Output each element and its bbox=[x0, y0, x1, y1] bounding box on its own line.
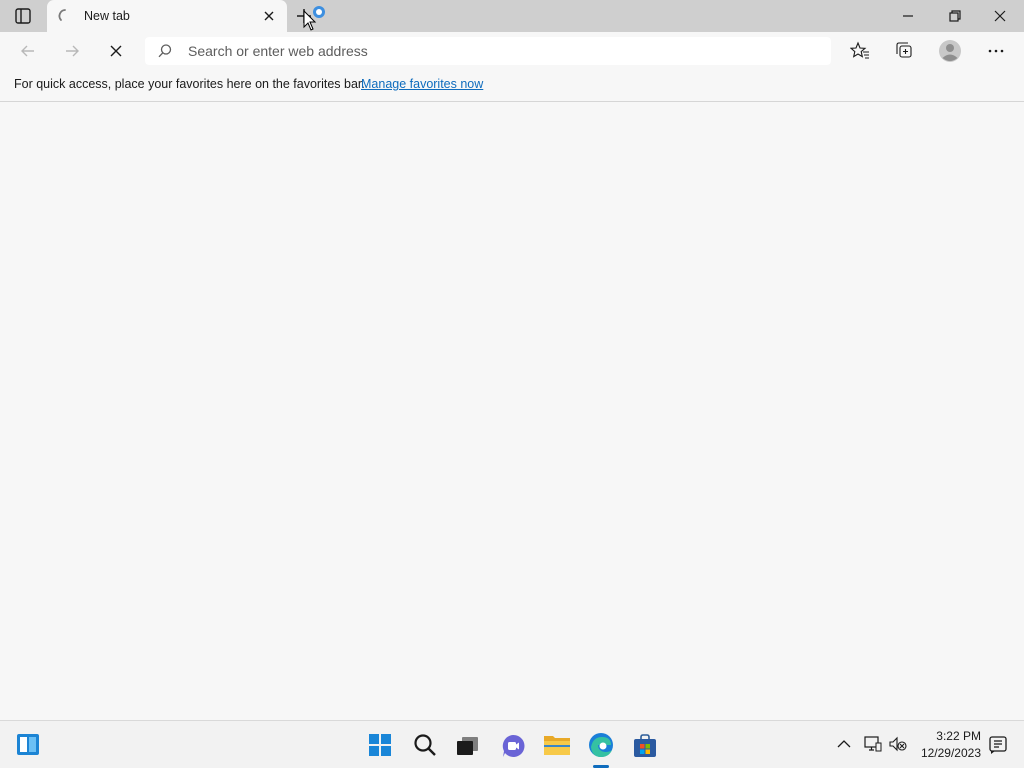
forward-arrow-icon[interactable] bbox=[62, 41, 82, 61]
task-view-icon[interactable] bbox=[455, 735, 479, 757]
favorites-bar: For quick access, place your favorites h… bbox=[0, 70, 1024, 102]
tab-title: New tab bbox=[84, 9, 130, 23]
notification-icon[interactable] bbox=[988, 735, 1008, 755]
minimize-icon[interactable] bbox=[898, 6, 918, 26]
title-bar: New tab bbox=[0, 0, 1024, 32]
loading-spinner-icon bbox=[57, 8, 73, 24]
address-bar[interactable]: Search or enter web address bbox=[145, 37, 831, 65]
store-icon[interactable] bbox=[632, 733, 658, 759]
chat-icon[interactable] bbox=[500, 733, 526, 759]
restore-icon[interactable] bbox=[945, 6, 965, 26]
collections-icon[interactable] bbox=[894, 41, 914, 61]
mouse-cursor-icon bbox=[303, 9, 317, 32]
tab-actions-icon[interactable] bbox=[12, 6, 34, 26]
widgets-icon[interactable] bbox=[16, 733, 40, 757]
taskbar: 3:22 PM 12/29/2023 bbox=[0, 720, 1024, 768]
page-content bbox=[0, 103, 1024, 720]
profile-avatar-icon[interactable] bbox=[938, 39, 962, 63]
favorites-icon[interactable] bbox=[849, 41, 870, 61]
edge-browser-icon[interactable] bbox=[587, 731, 615, 759]
stop-loading-icon[interactable] bbox=[106, 41, 126, 61]
taskbar-time[interactable]: 3:22 PM bbox=[936, 729, 981, 743]
address-input[interactable]: Search or enter web address bbox=[188, 43, 368, 59]
file-explorer-icon[interactable] bbox=[543, 733, 571, 757]
close-tab-icon[interactable] bbox=[261, 8, 277, 24]
volume-muted-icon[interactable] bbox=[888, 735, 908, 753]
network-icon[interactable] bbox=[862, 735, 882, 753]
tab-new-tab[interactable]: New tab bbox=[47, 0, 287, 32]
start-icon[interactable] bbox=[368, 733, 392, 757]
more-options-icon[interactable] bbox=[986, 41, 1006, 61]
favorites-bar-message: For quick access, place your favorites h… bbox=[14, 77, 365, 91]
manage-favorites-link[interactable]: Manage favorites now bbox=[361, 77, 483, 91]
search-icon bbox=[157, 43, 173, 59]
taskbar-date[interactable]: 12/29/2023 bbox=[921, 746, 981, 760]
back-arrow-icon[interactable] bbox=[18, 41, 38, 61]
close-window-icon[interactable] bbox=[990, 6, 1010, 26]
taskbar-search-icon[interactable] bbox=[413, 733, 437, 757]
show-hidden-icons-chevron-icon[interactable] bbox=[836, 736, 852, 752]
